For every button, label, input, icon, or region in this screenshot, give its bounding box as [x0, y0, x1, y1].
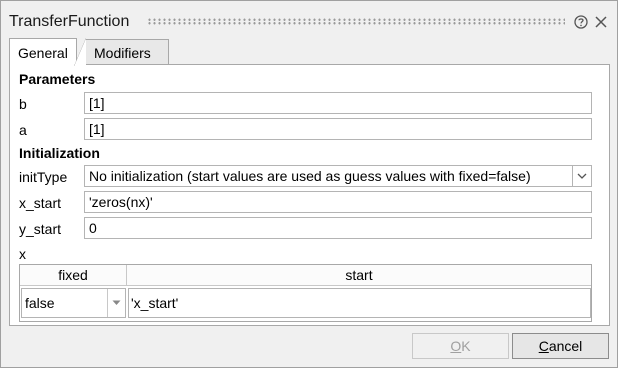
dialog-window: TransferFunction General Modifiers Param…: [0, 0, 618, 368]
parameters-header: Parameters: [19, 71, 96, 87]
tab-general[interactable]: General: [9, 38, 86, 66]
fixed-dropdown-button[interactable]: [107, 289, 125, 317]
tab-bar: General Modifiers: [9, 38, 609, 66]
x-start-input[interactable]: 'zeros(nx)': [84, 191, 592, 213]
chevron-down-icon: [577, 173, 587, 179]
ok-button[interactable]: OK: [412, 333, 509, 359]
start-input[interactable]: 'x_start': [128, 288, 591, 318]
inittype-label: initType: [19, 169, 68, 185]
inittype-dropdown[interactable]: No initialization (start values are used…: [84, 165, 592, 187]
a-label: a: [19, 122, 27, 138]
window-title: TransferFunction: [9, 13, 130, 30]
b-label: b: [19, 96, 27, 112]
b-input[interactable]: [1]: [84, 92, 592, 114]
column-header-fixed[interactable]: fixed: [20, 265, 127, 286]
initialization-header: Initialization: [19, 145, 100, 161]
fixed-value: false: [25, 295, 55, 311]
x-table: fixed start false 'x_start': [19, 264, 592, 322]
tab-modifiers[interactable]: Modifiers: [85, 39, 169, 64]
general-panel: Parameters b [1] a [1] Initialization in…: [9, 64, 610, 326]
chevron-down-icon: [112, 300, 121, 305]
inittype-dropdown-button[interactable]: [572, 166, 591, 186]
y-start-label: y_start: [19, 221, 62, 237]
x-label: x: [19, 246, 26, 262]
y-start-input[interactable]: 0: [84, 217, 592, 239]
title-bar[interactable]: TransferFunction: [1, 1, 617, 37]
close-icon[interactable]: [595, 16, 607, 28]
inittype-value: No initialization (start values are used…: [89, 168, 531, 184]
column-header-start[interactable]: start: [127, 265, 591, 286]
fixed-dropdown[interactable]: false: [21, 288, 126, 318]
x-start-label: x_start: [19, 195, 62, 211]
drag-grip[interactable]: [147, 18, 565, 25]
help-icon[interactable]: [574, 15, 588, 29]
cancel-button[interactable]: Cancel: [512, 333, 609, 359]
a-input[interactable]: [1]: [84, 118, 592, 140]
